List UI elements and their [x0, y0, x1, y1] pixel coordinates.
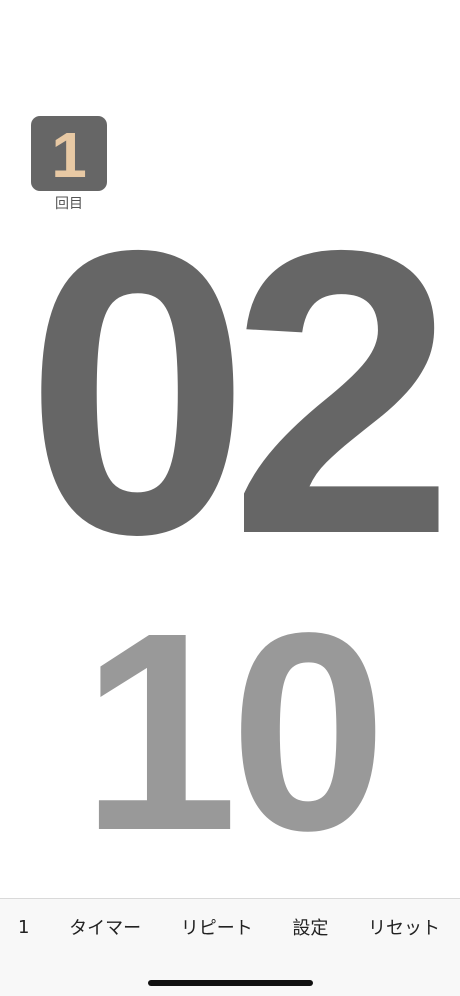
repeat-button[interactable]: リピート — [181, 914, 253, 940]
toolbar-items: 1 タイマー リピート 設定 リセット — [0, 899, 460, 955]
reset-button[interactable]: リセット — [368, 914, 440, 940]
timer-screen: 1 回目 02 10 1 タイマー リピート 設定 リセット — [0, 0, 460, 996]
settings-button[interactable]: 設定 — [292, 914, 328, 940]
seconds-display: 10 — [81, 574, 387, 889]
bottom-toolbar: 1 タイマー リピート 設定 リセット — [0, 898, 460, 996]
minutes-display: 02 — [25, 166, 454, 618]
round-count-button[interactable]: 1 — [18, 917, 29, 938]
home-indicator[interactable] — [148, 980, 313, 986]
timer-button[interactable]: タイマー — [69, 914, 141, 940]
